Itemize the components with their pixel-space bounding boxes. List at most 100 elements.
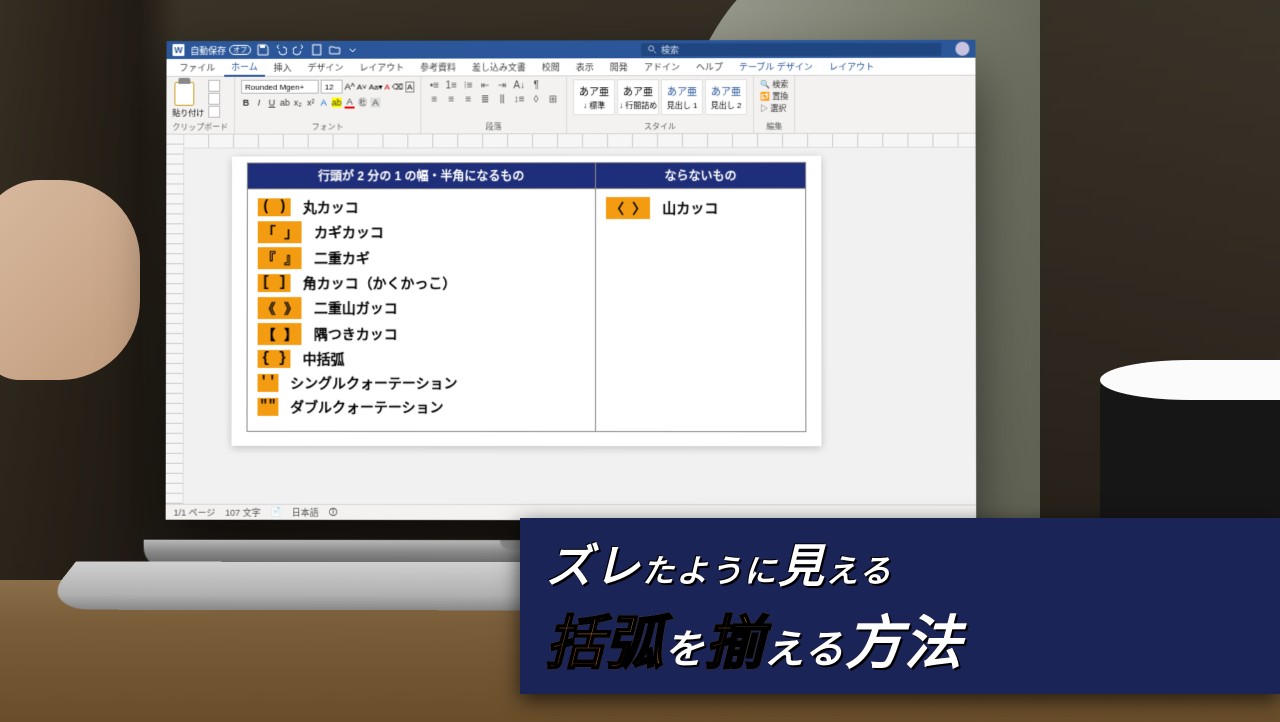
tab-developer[interactable]: 開発	[603, 58, 635, 75]
font-name-select[interactable]: Rounded Mgen+	[241, 80, 319, 94]
indent-dec-icon[interactable]: ⇤	[478, 79, 492, 91]
status-proof-icon[interactable]: 📄	[271, 507, 282, 518]
tab-table-design[interactable]: テーブル デザイン	[732, 58, 820, 75]
tab-table-layout[interactable]: レイアウト	[822, 58, 881, 75]
bracket-symbol: 〈 〉	[606, 197, 650, 219]
style-heading2[interactable]: あア亜見出し 2	[705, 79, 747, 115]
superscript-icon[interactable]: x²	[306, 97, 316, 107]
tab-addins[interactable]: アドイン	[637, 58, 687, 75]
indent-inc-icon[interactable]: ⇥	[495, 79, 509, 91]
style-normal[interactable]: あア亜↓ 標準	[573, 79, 615, 115]
document-page[interactable]: 行頭が 2 分の 1 の幅・半角になるもの ならないもの ( )丸カッコ「 」カ…	[232, 156, 822, 446]
horizontal-ruler[interactable]	[184, 134, 975, 149]
styles-gallery[interactable]: あア亜↓ 標準 あア亜↓ 行間詰め あア亜見出し 1 あア亜見出し 2	[573, 79, 747, 115]
redo-icon[interactable]	[293, 44, 305, 56]
numbering-icon[interactable]: 1≡	[444, 79, 458, 91]
bracket-symbol: [ ]	[258, 274, 291, 292]
table-header-right: ならないもの	[595, 162, 805, 188]
char-border-icon[interactable]: A	[405, 81, 414, 92]
user-avatar[interactable]	[955, 42, 969, 56]
tab-view[interactable]: 表示	[569, 58, 601, 75]
tab-design[interactable]: デザイン	[301, 59, 351, 76]
clear-format-icon[interactable]: ⌫	[392, 82, 403, 91]
undo-icon[interactable]	[275, 44, 287, 56]
shading-icon[interactable]: ◊	[529, 93, 543, 105]
vertical-ruler[interactable]	[166, 135, 185, 504]
list-item: 「 」カギカッコ	[258, 221, 585, 243]
tab-help[interactable]: ヘルプ	[689, 58, 730, 75]
doc-icon[interactable]	[311, 44, 323, 56]
text-effects-icon[interactable]: A	[319, 97, 329, 107]
save-icon[interactable]	[257, 44, 269, 56]
select-button[interactable]: 選択	[760, 103, 788, 114]
tab-review[interactable]: 校閲	[535, 58, 567, 75]
tab-layout[interactable]: レイアウト	[352, 59, 411, 76]
subscript-icon[interactable]: x₂	[293, 97, 303, 107]
strike-icon[interactable]: ab	[280, 97, 290, 107]
group-label-clipboard: クリップボード	[172, 122, 228, 133]
tab-file[interactable]: ファイル	[172, 59, 222, 76]
font-size-select[interactable]: 12	[321, 80, 343, 94]
chevron-down-icon[interactable]	[347, 44, 359, 56]
copy-icon[interactable]	[208, 93, 220, 105]
bracket-name: 隅つきカッコ	[314, 324, 398, 344]
align-left-icon[interactable]: ≡	[427, 93, 441, 105]
bracket-symbol: 「 」	[258, 221, 302, 243]
table-cell-left[interactable]: ( )丸カッコ「 」カギカッコ『 』二重カギ[ ]角カッコ（かくかっこ）《 》二…	[247, 189, 595, 432]
search-input[interactable]: 検索	[641, 42, 941, 55]
status-accessibility-icon[interactable]: 🛈	[329, 504, 338, 520]
replace-button[interactable]: 置換	[760, 91, 788, 102]
tab-mailings[interactable]: 差し込み文書	[465, 58, 533, 75]
ribbon-group-font: Rounded Mgen+ 12 A^ A˅ Aa▾ A ⌫ A B I	[235, 77, 421, 134]
sort-icon[interactable]: A↓	[512, 79, 526, 91]
status-page[interactable]: 1/1 ページ	[174, 506, 216, 519]
list-item: 【 】隅つきカッコ	[258, 323, 585, 345]
show-marks-icon[interactable]: ¶	[529, 79, 543, 91]
bracket-name: カギカッコ	[314, 222, 384, 242]
titlebar: W 自動保存 オフ 検索	[167, 40, 976, 59]
bullets-icon[interactable]: •≡	[427, 80, 441, 92]
font-grow-icon[interactable]: A^	[345, 82, 355, 92]
font-color-icon[interactable]: A	[345, 96, 355, 108]
cut-icon[interactable]	[208, 80, 220, 92]
distribute-icon[interactable]: ⫼	[495, 93, 509, 105]
style-nospacing[interactable]: あア亜↓ 行間詰め	[617, 79, 659, 115]
phonetic-icon[interactable]: A	[385, 82, 390, 91]
bracket-name: 二重山ガッコ	[314, 298, 398, 318]
tab-references[interactable]: 参考資料	[413, 59, 463, 76]
borders-icon[interactable]: ⊞	[546, 93, 560, 105]
paste-label: 貼り付け	[172, 108, 204, 119]
bracket-symbol: { }	[258, 350, 291, 368]
font-shrink-icon[interactable]: A˅	[357, 82, 367, 91]
bracket-name: シングルクォーテーション	[290, 373, 457, 393]
bracket-name: ダブルクォーテーション	[290, 397, 443, 417]
list-item: 『 』二重カギ	[258, 247, 585, 269]
char-shading-icon[interactable]: A	[371, 97, 381, 107]
justify-icon[interactable]: ≣	[478, 93, 492, 105]
change-case-icon[interactable]: Aa▾	[369, 82, 383, 91]
bracket-name: 角カッコ（かくかっこ）	[303, 273, 457, 293]
status-language[interactable]: 日本語	[292, 506, 319, 519]
underline-icon[interactable]: U	[267, 97, 277, 107]
tab-insert[interactable]: 挿入	[267, 59, 299, 76]
format-painter-icon[interactable]	[208, 106, 220, 118]
multilevel-icon[interactable]: ⁝≡	[461, 79, 475, 91]
list-item: 《 》二重山ガッコ	[258, 297, 585, 319]
table-cell-right[interactable]: 〈 〉山カッコ	[595, 188, 805, 431]
italic-icon[interactable]: I	[254, 97, 264, 107]
status-wordcount[interactable]: 107 文字	[225, 506, 260, 519]
autosave-toggle[interactable]: 自動保存 オフ	[190, 43, 251, 56]
tab-home[interactable]: ホーム	[224, 58, 265, 77]
group-label-editing: 編集	[760, 121, 788, 132]
align-right-icon[interactable]: ≡	[461, 93, 475, 105]
highlight-icon[interactable]: ab	[332, 97, 342, 107]
paste-icon[interactable]	[172, 80, 196, 108]
ribbon-group-editing: 検索 置換 選択 編集	[754, 76, 795, 133]
line-spacing-icon[interactable]: ↕≡	[512, 93, 526, 105]
enclose-char-icon[interactable]: ㊓	[358, 96, 368, 109]
bold-icon[interactable]: B	[241, 97, 251, 107]
align-center-icon[interactable]: ≡	[444, 93, 458, 105]
find-button[interactable]: 検索	[760, 79, 788, 90]
folder-icon[interactable]	[329, 44, 341, 56]
style-heading1[interactable]: あア亜見出し 1	[661, 79, 703, 115]
